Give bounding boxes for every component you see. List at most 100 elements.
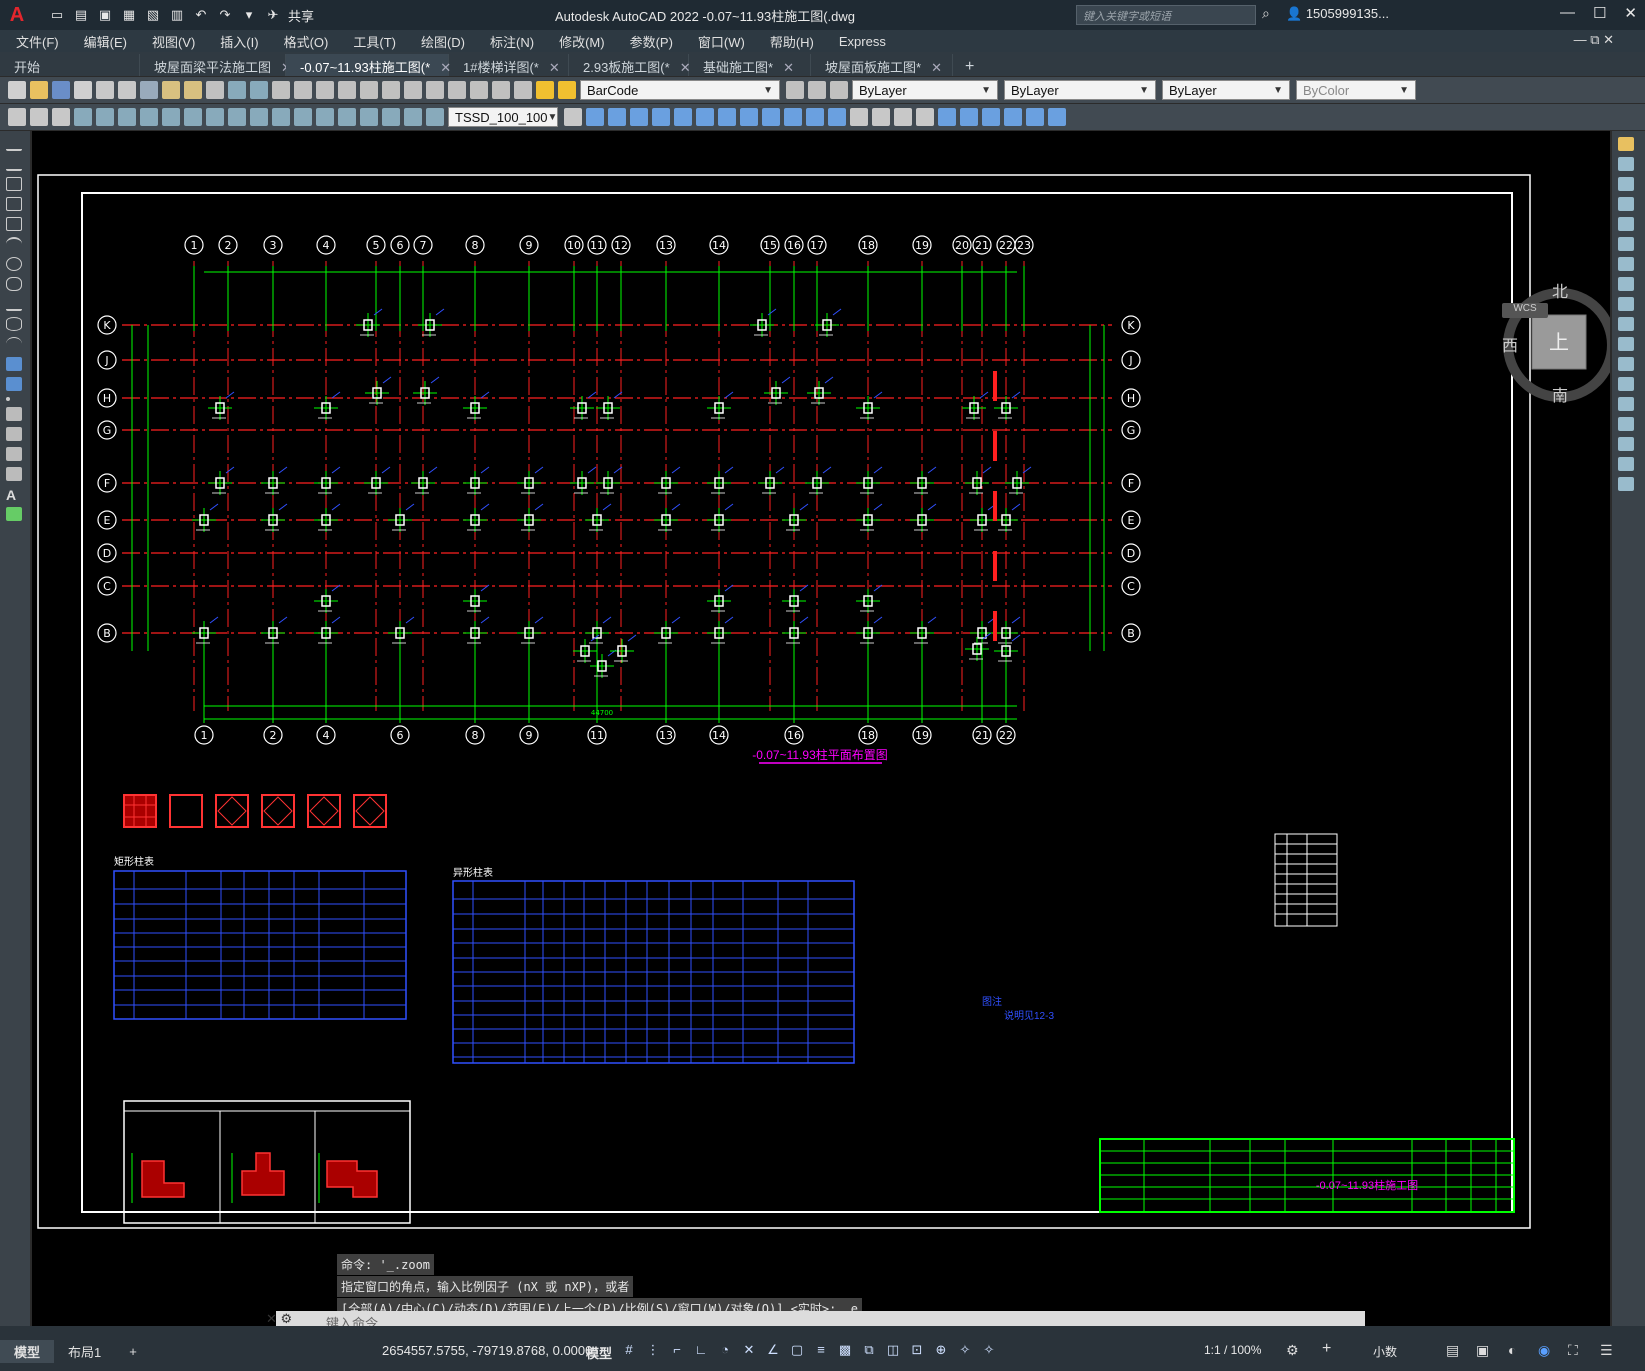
make-block-icon[interactable] bbox=[6, 377, 22, 391]
undo-icon[interactable]: ↶ bbox=[192, 7, 210, 23]
ellipse-arc-icon[interactable] bbox=[6, 337, 22, 351]
ortho-icon[interactable]: ∟ bbox=[692, 1342, 710, 1358]
minimize-button[interactable]: — bbox=[1560, 4, 1575, 22]
ucs-object-icon[interactable] bbox=[674, 108, 692, 126]
matchprop-icon[interactable] bbox=[206, 81, 224, 99]
inspection-icon[interactable] bbox=[338, 108, 356, 126]
menu-modify[interactable]: 修改(M) bbox=[559, 32, 605, 51]
customize-statusbar-icon[interactable]: ☰ bbox=[1600, 1342, 1613, 1359]
dim-jogged-icon[interactable] bbox=[118, 108, 136, 126]
pan-icon[interactable] bbox=[272, 81, 290, 99]
ucs-view-icon[interactable] bbox=[696, 108, 714, 126]
open-icon[interactable]: ▤ bbox=[72, 7, 90, 23]
dim-aligned-icon[interactable] bbox=[30, 108, 48, 126]
annotation-visibility-icon[interactable]: ✧ bbox=[956, 1342, 974, 1358]
calculator-icon[interactable] bbox=[470, 81, 488, 99]
snap-icon[interactable]: ⋮ bbox=[644, 1342, 662, 1358]
polyline-icon[interactable] bbox=[6, 177, 22, 191]
auto-scale-icon[interactable]: ✧ bbox=[980, 1342, 998, 1358]
array-icon[interactable] bbox=[1618, 217, 1634, 231]
plotstyle-dropdown[interactable]: ByColor ▼ bbox=[1296, 80, 1416, 100]
rotate-icon[interactable] bbox=[1618, 257, 1634, 271]
view-right-icon[interactable] bbox=[1004, 108, 1022, 126]
dim-style-icon[interactable] bbox=[564, 108, 582, 126]
linetype-dropdown[interactable]: ByLayer ▼ bbox=[1004, 80, 1156, 100]
plot-icon[interactable] bbox=[74, 81, 92, 99]
extend-icon[interactable] bbox=[1618, 337, 1634, 351]
view-top-icon[interactable] bbox=[938, 108, 956, 126]
region-icon[interactable] bbox=[6, 447, 22, 461]
add-tab-icon[interactable]: + bbox=[953, 58, 986, 76]
tab-layout1[interactable]: 布局1 bbox=[54, 1340, 115, 1363]
color-dropdown[interactable]: ByLayer ▼ bbox=[852, 80, 998, 100]
units-dropdown[interactable]: 小数 bbox=[1373, 1343, 1397, 1360]
insert-block-icon[interactable] bbox=[6, 357, 22, 371]
open-icon[interactable] bbox=[30, 81, 48, 99]
dim-ordinate-icon[interactable] bbox=[74, 108, 92, 126]
annotation-scale[interactable]: 1:1 / 100% bbox=[1204, 1343, 1261, 1357]
save-icon[interactable]: ▣ bbox=[96, 7, 114, 23]
chamfer-icon[interactable] bbox=[1618, 417, 1634, 431]
view-left-icon[interactable] bbox=[982, 108, 1000, 126]
markup-icon[interactable] bbox=[448, 81, 466, 99]
model-space-button[interactable]: 模型 bbox=[586, 1343, 612, 1362]
dim-edit-icon[interactable] bbox=[382, 108, 400, 126]
tab-column-drawing[interactable]: -0.07~11.93柱施工图(* ✕ bbox=[286, 54, 451, 76]
trim-icon[interactable] bbox=[1618, 317, 1634, 331]
menu-window[interactable]: 窗口(W) bbox=[698, 32, 745, 51]
solid-cylinder-icon[interactable] bbox=[894, 108, 912, 126]
zoom-window-icon[interactable] bbox=[316, 81, 334, 99]
view-bottom-icon[interactable] bbox=[960, 108, 978, 126]
zoom-previous-icon[interactable] bbox=[338, 81, 356, 99]
grid-icon[interactable]: # bbox=[620, 1342, 638, 1358]
dim-angular-icon[interactable] bbox=[162, 108, 180, 126]
offset-icon[interactable] bbox=[1618, 197, 1634, 211]
customize-icon[interactable]: ▾ bbox=[240, 7, 258, 23]
hatch-icon[interactable] bbox=[6, 407, 22, 421]
tab-start[interactable]: 开始 bbox=[0, 54, 140, 76]
command-tools[interactable]: ✕ ⚙ bbox=[266, 1311, 292, 1327]
menu-draw[interactable]: 绘图(D) bbox=[421, 32, 465, 51]
explode-icon[interactable] bbox=[1618, 477, 1634, 491]
ucs-zaxis-icon[interactable] bbox=[740, 108, 758, 126]
viewcube-top[interactable]: 上 bbox=[1549, 330, 1569, 354]
tab-slab[interactable]: 2.93板施工图(* ✕ bbox=[569, 54, 691, 76]
close-button[interactable]: ✕ bbox=[1624, 4, 1637, 22]
tab-roof-beam[interactable]: 坡屋面梁平法施工图✕ bbox=[140, 54, 292, 76]
viewcube[interactable]: 北 南 东 西 上 bbox=[1502, 282, 1610, 407]
osnap-tracking-icon[interactable]: ∠ bbox=[764, 1342, 782, 1358]
ucs-origin-icon[interactable] bbox=[718, 108, 736, 126]
stretch-icon[interactable] bbox=[1618, 297, 1634, 311]
redo-icon[interactable]: ↷ bbox=[216, 7, 234, 23]
ucs-icon[interactable] bbox=[586, 108, 604, 126]
menu-help[interactable]: 帮助(H) bbox=[770, 32, 814, 51]
revcloud-icon[interactable] bbox=[6, 277, 22, 291]
search-input[interactable]: 键入关键字或短语 bbox=[1076, 5, 1256, 25]
spline-icon[interactable] bbox=[6, 297, 22, 311]
selection-cycling-icon[interactable]: ⧉ bbox=[860, 1342, 878, 1358]
menu-tools[interactable]: 工具(T) bbox=[353, 32, 396, 51]
publish-icon[interactable] bbox=[118, 81, 136, 99]
dim-diameter-icon[interactable] bbox=[140, 108, 158, 126]
help-icon[interactable] bbox=[492, 81, 510, 99]
copy-object-icon[interactable] bbox=[1618, 157, 1634, 171]
circle-icon[interactable] bbox=[6, 257, 22, 271]
ucs-x-icon[interactable] bbox=[784, 108, 802, 126]
clean-screen-icon[interactable]: ⛶ bbox=[1568, 1342, 1578, 1359]
gradient-icon[interactable] bbox=[6, 427, 22, 441]
layer-previous-icon[interactable] bbox=[808, 81, 826, 99]
polar-icon[interactable]: ◔ bbox=[716, 1342, 734, 1358]
zoom-icon[interactable] bbox=[294, 81, 312, 99]
move-icon[interactable] bbox=[1618, 237, 1634, 251]
ucs-previous-icon[interactable] bbox=[630, 108, 648, 126]
break-icon[interactable] bbox=[1618, 377, 1634, 391]
table-icon[interactable] bbox=[6, 467, 22, 481]
annotation-monitor-icon[interactable]: + bbox=[1322, 1340, 1331, 1358]
dimstyle-dropdown[interactable]: TSSD_100_100 ▼ bbox=[448, 107, 558, 127]
arc-icon[interactable] bbox=[6, 237, 22, 251]
viewcube-south[interactable]: 南 bbox=[1552, 386, 1568, 405]
lock-ui-icon[interactable]: ▣ bbox=[1476, 1342, 1489, 1359]
gizmo-icon[interactable]: ⊕ bbox=[932, 1342, 950, 1358]
close-icon[interactable]: ✕ bbox=[549, 60, 560, 75]
drawing-canvas[interactable]: 1 2 3 4 5 6 7 8 9 10 11 12 13 14 15 16 17 18 19 20 21 22 23 1 2 4… bbox=[32, 131, 1610, 1326]
